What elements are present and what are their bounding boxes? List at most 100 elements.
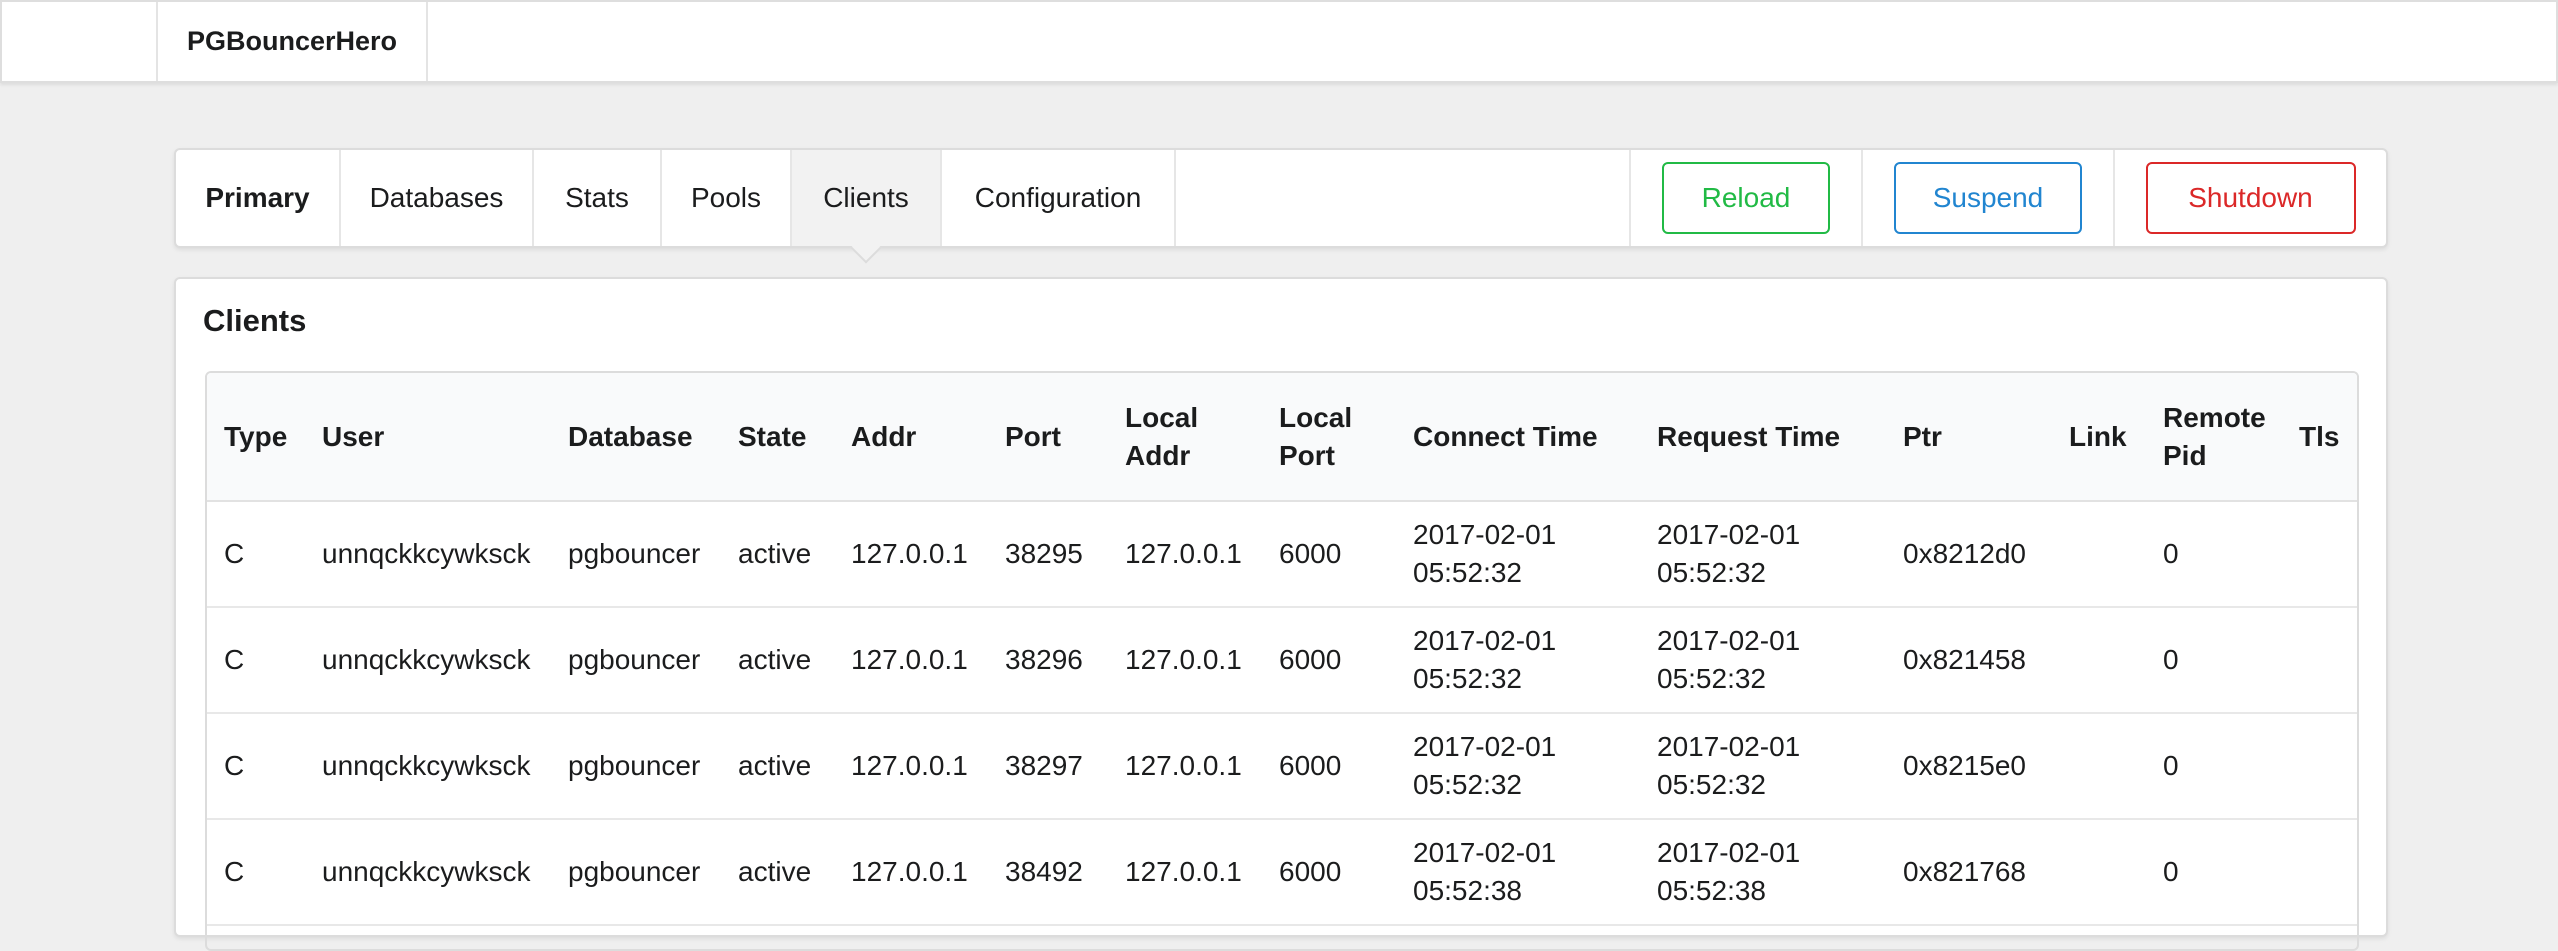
cell-link bbox=[2052, 819, 2146, 925]
cell-port: 38296 bbox=[1005, 644, 1083, 675]
cell-text: 2017-02-01 bbox=[1413, 837, 1557, 868]
table-row: Cunnqckkcywksck pgbouncer active 127.0.0.1 3… bbox=[207, 501, 2357, 607]
column-header-text: Tls bbox=[2299, 420, 2340, 452]
cell-local-addr: 127.0.0.1 bbox=[1125, 644, 1242, 675]
cell-local-port: 6000 bbox=[1279, 856, 1342, 887]
reload-button[interactable]: Reload bbox=[1662, 162, 1830, 234]
cell-text: 05:52:32 bbox=[1413, 769, 1522, 800]
cell-database: pgbouncer bbox=[568, 750, 701, 781]
cell-text: 2017-02-01 bbox=[1657, 519, 1801, 550]
tab-pools[interactable]: Pools bbox=[662, 150, 792, 246]
column-header-connect-time: Connect Time bbox=[1396, 373, 1640, 502]
cell-local-port: 6000 bbox=[1279, 644, 1342, 675]
cell-text: 2017-02-01 bbox=[1413, 731, 1557, 762]
table-body: Cunnqckkcywksck pgbouncer active 127.0.0.1 3… bbox=[207, 501, 2357, 925]
column-header-local-addr: Local Addr bbox=[1108, 373, 1262, 502]
column-header-text: Addr bbox=[851, 420, 917, 452]
table-header-row: Type User Database State Addr Port Local Addr Lo… bbox=[207, 373, 2357, 502]
brand-link[interactable]: PGBouncerHero bbox=[156, 2, 428, 81]
column-header-ptr: Ptr bbox=[1886, 373, 2052, 502]
cell-addr: 127.0.0.1 bbox=[851, 856, 968, 887]
cell-ptr: 0x821768 bbox=[1903, 856, 2027, 887]
table-row: Cunnqckkcywksck pgbouncer active 127.0.0.1 3… bbox=[207, 713, 2357, 819]
column-header-type: Type bbox=[207, 373, 305, 502]
column-header-text: Connect Time bbox=[1413, 420, 1598, 452]
column-header-text: Pid bbox=[2163, 439, 2207, 471]
tab-stats[interactable]: Stats bbox=[534, 150, 662, 246]
cell-addr: 127.0.0.1 bbox=[851, 538, 968, 569]
column-header-text: Port bbox=[1005, 420, 1061, 452]
menu-spacer bbox=[1176, 150, 1629, 246]
clients-table-wrapper: Type User Database State Addr Port Local Addr Lo… bbox=[205, 371, 2359, 951]
column-header-addr: Addr bbox=[834, 373, 988, 502]
tab-configuration[interactable]: Configuration bbox=[942, 150, 1176, 246]
cell-port: 38297 bbox=[1005, 750, 1083, 781]
cell-text: 05:52:32 bbox=[1413, 663, 1522, 694]
tab-clients[interactable]: Clients bbox=[792, 150, 942, 246]
cell-state: active bbox=[738, 644, 812, 675]
cell-link bbox=[2052, 501, 2146, 607]
clients-title: Clients bbox=[203, 303, 307, 338]
cell-local-port: 6000 bbox=[1279, 538, 1342, 569]
cell-link bbox=[2052, 607, 2146, 713]
cell-tls bbox=[2282, 819, 2357, 925]
cell-ptr: 0x8215e0 bbox=[1903, 750, 2027, 781]
tab-primary[interactable]: Primary bbox=[176, 150, 341, 246]
cell-type: C bbox=[224, 644, 245, 675]
shutdown-cell: Shutdown bbox=[2113, 150, 2386, 246]
cell-text: 05:52:38 bbox=[1413, 875, 1522, 906]
cell-text: 2017-02-01 bbox=[1657, 625, 1801, 656]
column-header-text: Addr bbox=[1125, 439, 1191, 471]
action-menu: Primary Databases Stats Pools Clients Co… bbox=[174, 148, 2388, 248]
column-header-text: Port bbox=[1279, 439, 1335, 471]
cell-type: C bbox=[224, 750, 245, 781]
cell-ptr: 0x8212d0 bbox=[1903, 538, 2027, 569]
column-header-state: State bbox=[721, 373, 834, 502]
cell-addr: 127.0.0.1 bbox=[851, 644, 968, 675]
column-header-text: Database bbox=[568, 420, 693, 452]
cell-link bbox=[2052, 713, 2146, 819]
reload-cell: Reload bbox=[1629, 150, 1861, 246]
cell-local-addr: 127.0.0.1 bbox=[1125, 856, 1242, 887]
cell-user: unnqckkcywksck bbox=[322, 856, 531, 887]
suspend-cell: Suspend bbox=[1861, 150, 2113, 246]
column-header-port: Port bbox=[988, 373, 1108, 502]
cell-text: 05:52:32 bbox=[1657, 769, 1766, 800]
cell-ptr: 0x821458 bbox=[1903, 644, 2027, 675]
column-header-link: Link bbox=[2052, 373, 2146, 502]
clients-panel: Clients Type User Database State Addr Port Loc… bbox=[174, 277, 2388, 951]
cell-type: C bbox=[224, 538, 245, 569]
cell-addr: 127.0.0.1 bbox=[851, 750, 968, 781]
column-header-database: Database bbox=[551, 373, 721, 502]
cell-state: active bbox=[738, 538, 812, 569]
suspend-button[interactable]: Suspend bbox=[1894, 162, 2082, 234]
cell-text: 05:52:38 bbox=[1657, 875, 1766, 906]
cell-port: 38295 bbox=[1005, 538, 1083, 569]
column-header-text: User bbox=[322, 420, 385, 452]
table-row: Cunnqckkcywksck pgbouncer active 127.0.0.1 3… bbox=[207, 607, 2357, 713]
column-header-tls: Tls bbox=[2282, 373, 2357, 502]
cell-user: unnqckkcywksck bbox=[322, 750, 531, 781]
cell-connect-time: 2017-02-01 05:52:32 bbox=[1396, 713, 1640, 819]
tab-databases[interactable]: Databases bbox=[341, 150, 534, 246]
cell-request-time: 2017-02-01 05:52:32 bbox=[1640, 607, 1886, 713]
cell-tls bbox=[2282, 607, 2357, 713]
cell-text: 05:52:32 bbox=[1413, 557, 1522, 588]
column-header-user: User bbox=[305, 373, 551, 502]
cell-remote-pid: 0 bbox=[2163, 644, 2179, 675]
cell-request-time: 2017-02-01 05:52:32 bbox=[1640, 713, 1886, 819]
column-header-text: Local bbox=[1279, 401, 1353, 433]
cell-tls bbox=[2282, 501, 2357, 607]
column-header-remote-pid: Remote Pid bbox=[2146, 373, 2282, 502]
cell-text: 05:52:32 bbox=[1657, 663, 1766, 694]
column-header-text: Ptr bbox=[1903, 420, 1942, 452]
table-row: Cunnqckkcywksck pgbouncer active 127.0.0.1 3… bbox=[207, 819, 2357, 925]
cell-user: unnqckkcywksck bbox=[322, 538, 531, 569]
shutdown-button[interactable]: Shutdown bbox=[2145, 162, 2356, 234]
cell-text: 05:52:32 bbox=[1657, 557, 1766, 588]
cell-tls bbox=[2282, 713, 2357, 819]
column-header-text: Local bbox=[1125, 401, 1199, 433]
column-header-text: Remote bbox=[2163, 401, 2266, 433]
top-navbar: PGBouncerHero bbox=[0, 0, 2558, 83]
cell-text: 2017-02-01 bbox=[1657, 837, 1801, 868]
